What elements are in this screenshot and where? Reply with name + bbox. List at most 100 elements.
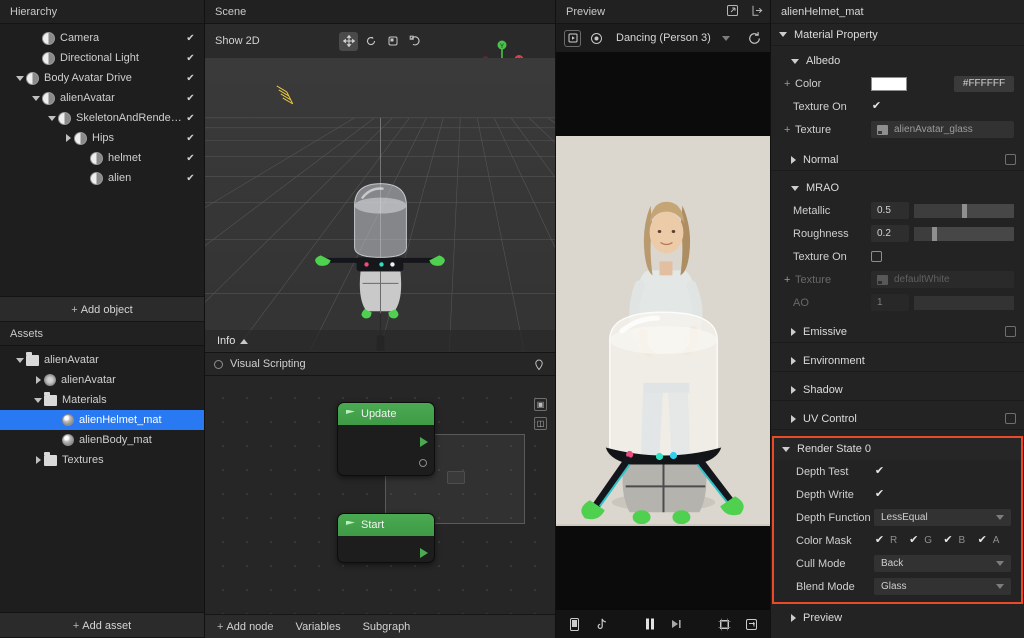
color-mask-checkbox[interactable]: ✔ — [874, 535, 885, 546]
scale-tool-icon[interactable] — [383, 32, 402, 51]
emissive-checkbox[interactable] — [1005, 326, 1016, 337]
asset-item-alienavatar[interactable]: alienAvatar — [0, 370, 204, 390]
device-preview-icon[interactable] — [564, 29, 581, 47]
visibility-checkbox[interactable]: ✔ — [185, 173, 196, 184]
texture-on-checkbox[interactable]: ✔ — [871, 101, 882, 112]
show-2d-label[interactable]: Show 2D — [215, 35, 260, 47]
metallic-value[interactable]: 0.5 — [871, 202, 909, 219]
hierarchy-item-helmet[interactable]: helmet ✔ — [0, 148, 204, 168]
hierarchy-item-directional-light[interactable]: Directional Light ✔ — [0, 48, 204, 68]
caret-down-icon[interactable] — [30, 95, 42, 101]
hierarchy-item-alien[interactable]: alien ✔ — [0, 168, 204, 188]
expand-plus-icon[interactable]: + — [784, 124, 791, 136]
hierarchy-item-hips[interactable]: Hips ✔ — [0, 128, 204, 148]
section-material-property[interactable]: Material Property — [771, 24, 1024, 46]
alien-avatar-model[interactable] — [205, 58, 555, 352]
caret-down-icon[interactable] — [14, 357, 26, 363]
section-uv-control[interactable]: UV Control — [771, 408, 1024, 430]
color-mask-a[interactable]: ✔ A — [977, 535, 1011, 547]
roughness-value[interactable]: 0.2 — [871, 225, 909, 242]
subgraph-button[interactable]: Subgraph — [363, 621, 411, 633]
add-object-button[interactable]: + Add object — [0, 296, 204, 322]
color-mask-r[interactable]: ✔ R — [874, 535, 908, 547]
refresh-icon[interactable] — [747, 31, 762, 46]
hierarchy-item-alienavatar[interactable]: alienAvatar ✔ — [0, 88, 204, 108]
caret-right-icon[interactable] — [62, 134, 74, 142]
section-environment[interactable]: Environment — [771, 350, 1024, 372]
color-hex-field[interactable]: #FFFFFF — [954, 75, 1014, 92]
node-start[interactable]: Start — [337, 513, 435, 563]
roughness-slider[interactable] — [914, 226, 1014, 241]
data-out-port[interactable] — [419, 459, 427, 467]
add-node-button[interactable]: + Add node — [217, 621, 274, 633]
visibility-checkbox[interactable]: ✔ — [185, 133, 196, 144]
exec-out-port[interactable] — [420, 437, 428, 447]
caret-down-icon[interactable] — [32, 397, 44, 403]
node-update[interactable]: Update — [337, 402, 435, 476]
rotate-tool-icon[interactable] — [361, 32, 380, 51]
visibility-checkbox[interactable]: ✔ — [185, 93, 196, 104]
asset-item-alienbody_mat[interactable]: alienBody_mat — [0, 430, 204, 450]
normal-checkbox[interactable] — [1005, 154, 1016, 165]
add-asset-button[interactable]: + Add asset — [0, 612, 204, 638]
visibility-checkbox[interactable]: ✔ — [185, 113, 196, 124]
blend-mode-dropdown[interactable]: Glass — [874, 578, 1011, 595]
color-mask-g[interactable]: ✔ G — [908, 535, 942, 547]
color-swatch[interactable] — [871, 76, 907, 91]
loop-icon[interactable] — [745, 618, 758, 631]
animation-select[interactable]: Dancing (Person 3) — [612, 29, 734, 48]
mrao-texture-on-checkbox[interactable] — [871, 251, 882, 262]
exec-out-port[interactable] — [420, 548, 428, 558]
info-bar[interactable]: Info — [205, 330, 555, 352]
depth-function-dropdown[interactable]: LessEqual — [874, 509, 1011, 526]
uv-control-checkbox[interactable] — [1005, 413, 1016, 424]
record-icon[interactable] — [588, 30, 605, 47]
caret-down-icon[interactable] — [46, 115, 58, 121]
pin-icon[interactable] — [533, 359, 545, 371]
transform-tool-icon[interactable] — [405, 32, 424, 51]
popout-icon[interactable] — [726, 4, 739, 17]
caret-down-icon[interactable] — [14, 75, 26, 81]
albedo-texture-field[interactable]: alienAvatar_glass — [871, 121, 1014, 138]
variables-button[interactable]: Variables — [296, 621, 341, 633]
section-emissive[interactable]: Emissive — [771, 321, 1024, 343]
preview-stage[interactable] — [556, 52, 770, 610]
frame-selected-icon[interactable]: ◫ — [534, 417, 547, 430]
caret-right-icon[interactable] — [32, 376, 44, 384]
section-albedo[interactable]: Albedo — [771, 50, 1024, 72]
pause-icon[interactable] — [643, 618, 656, 631]
visibility-checkbox[interactable]: ✔ — [185, 153, 196, 164]
section-shadow[interactable]: Shadow — [771, 379, 1024, 401]
asset-item-alienavatar[interactable]: alienAvatar — [0, 350, 204, 370]
color-mask-checkbox[interactable]: ✔ — [908, 535, 919, 546]
caret-right-icon[interactable] — [32, 456, 44, 464]
expand-plus-icon[interactable]: + — [784, 78, 791, 90]
visibility-checkbox[interactable]: ✔ — [185, 73, 196, 84]
section-render-state[interactable]: Render State 0 — [774, 438, 1021, 460]
depth-write-checkbox[interactable]: ✔ — [874, 489, 885, 500]
scene-viewport[interactable]: Info — [205, 58, 555, 352]
color-mask-checkbox[interactable]: ✔ — [943, 535, 954, 546]
export-icon[interactable] — [750, 4, 763, 17]
depth-test-checkbox[interactable]: ✔ — [874, 466, 885, 477]
cull-mode-dropdown[interactable]: Back — [874, 555, 1011, 572]
phone-icon[interactable] — [568, 617, 581, 631]
color-mask-checkbox[interactable]: ✔ — [977, 535, 988, 546]
move-tool-icon[interactable] — [339, 31, 358, 51]
step-forward-icon[interactable] — [670, 618, 683, 631]
crop-icon[interactable] — [718, 618, 731, 631]
hierarchy-item-camera[interactable]: Camera ✔ — [0, 28, 204, 48]
section-mrao[interactable]: MRAO — [771, 177, 1024, 199]
tiktok-icon[interactable] — [595, 618, 608, 631]
section-normal[interactable]: Normal — [771, 149, 1024, 171]
hierarchy-item-body-avatar-drive[interactable]: Body Avatar Drive ✔ — [0, 68, 204, 88]
hierarchy-item-skeletonandrenderroot[interactable]: SkeletonAndRenderRoot✔ — [0, 108, 204, 128]
visibility-checkbox[interactable]: ✔ — [185, 53, 196, 64]
node-graph-canvas[interactable]: ▣ ◫ Update Start — [205, 376, 555, 614]
visibility-checkbox[interactable]: ✔ — [185, 33, 196, 44]
asset-item-alienhelmet_mat[interactable]: alienHelmet_mat — [0, 410, 204, 430]
asset-item-materials[interactable]: Materials — [0, 390, 204, 410]
color-mask-b[interactable]: ✔ B — [943, 535, 977, 547]
section-preview[interactable]: Preview — [771, 607, 1024, 629]
frame-all-icon[interactable]: ▣ — [534, 398, 547, 411]
